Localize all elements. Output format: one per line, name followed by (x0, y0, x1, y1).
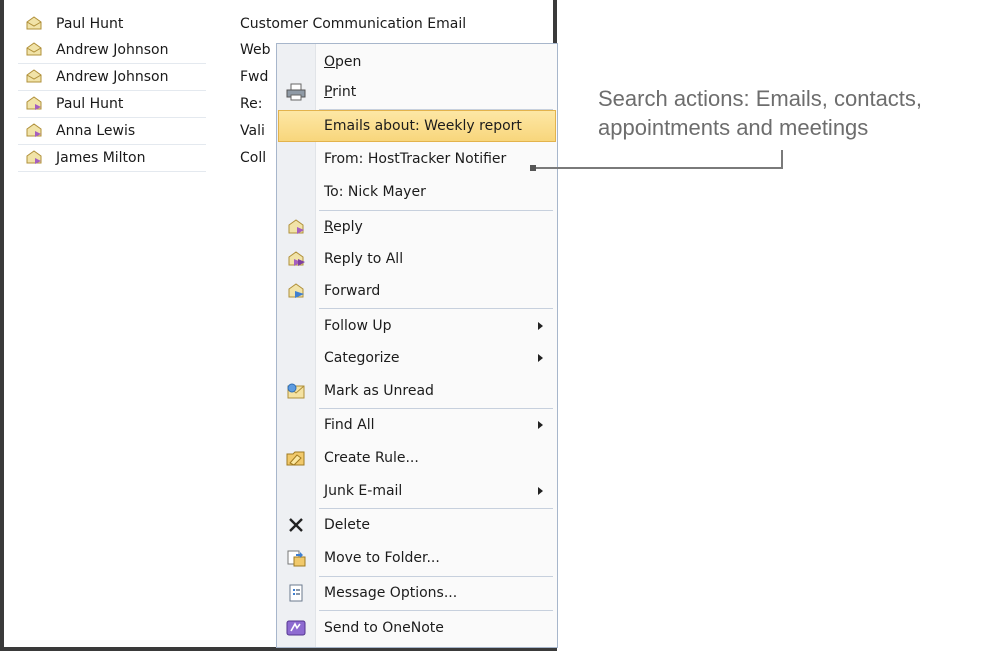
mail-subject: Web (240, 42, 271, 58)
submenu-arrow-icon (538, 354, 543, 362)
move-folder-icon (287, 550, 306, 567)
callout-leader-line (536, 167, 783, 169)
menu-item-find-all[interactable]: Find All (279, 410, 555, 440)
menu-item-label: Mark as Unread (324, 383, 434, 399)
menu-item-label: Reply to All (324, 251, 404, 267)
callout-leader-line (781, 150, 783, 169)
mail-subject: Fwd (240, 69, 269, 85)
mail-subject: Re: (240, 96, 263, 112)
menu-separator (319, 508, 553, 509)
menu-item-move-to-folder[interactable]: Move to Folder... (279, 543, 555, 573)
menu-item-label: Message Options... (324, 585, 458, 601)
menu-item-label: Reply (324, 219, 363, 235)
menu-item-label: Categorize (324, 350, 400, 366)
mail-window: Paul Hunt Customer Communication Email A… (0, 0, 558, 651)
envelope-replied-icon (26, 150, 42, 164)
onenote-icon (286, 620, 306, 636)
row-divider (18, 117, 206, 118)
menu-item-label: Forward (324, 283, 381, 299)
menu-item-label: Move to Folder... (324, 550, 440, 566)
mail-subject: Vali (240, 123, 265, 139)
menu-item-label: Create Rule... (324, 450, 419, 466)
menu-item-label: Print (324, 84, 357, 100)
reply-all-icon (288, 251, 305, 266)
menu-item-send-to-onenote[interactable]: Send to OneNote (279, 613, 555, 643)
menu-item-categorize[interactable]: Categorize (279, 343, 555, 373)
submenu-arrow-icon (538, 487, 543, 495)
mail-sender: Andrew Johnson (56, 69, 169, 85)
context-menu: Open Print Emails about: Weekly report F… (276, 43, 558, 648)
submenu-arrow-icon (538, 421, 543, 429)
menu-item-label: Follow Up (324, 318, 392, 334)
callout-annotation-text: Search actions: Emails, contacts, appoin… (598, 86, 923, 140)
menu-item-forward[interactable]: Forward (279, 276, 555, 306)
menu-item-label: Send to OneNote (324, 620, 444, 636)
menu-separator (319, 109, 553, 110)
menu-item-label: From: HostTracker Notifier (324, 151, 507, 167)
menu-item-label: To: Nick Mayer (324, 184, 426, 200)
menu-item-mark-unread[interactable]: Mark as Unread (279, 376, 555, 406)
menu-item-open[interactable]: Open (279, 47, 555, 77)
message-options-icon (289, 584, 303, 602)
row-divider (18, 63, 206, 64)
menu-separator (319, 210, 553, 211)
menu-item-label: Delete (324, 517, 370, 533)
menu-separator (319, 408, 553, 409)
menu-item-to-recipient[interactable]: To: Nick Mayer (279, 177, 555, 207)
delete-icon (289, 518, 303, 532)
row-divider (18, 90, 206, 91)
menu-separator (319, 576, 553, 577)
mail-sender: James Milton (56, 150, 146, 166)
menu-item-create-rule[interactable]: Create Rule... (279, 443, 555, 473)
envelope-open-icon (26, 16, 42, 30)
menu-separator (319, 308, 553, 309)
mail-subject: Coll (240, 150, 267, 166)
mail-subject: Customer Communication Email (240, 16, 467, 32)
envelope-open-icon (26, 42, 42, 56)
forward-icon (288, 283, 304, 298)
menu-item-label: Emails about: Weekly report (324, 118, 522, 134)
mail-row[interactable]: Paul Hunt Customer Communication Email (18, 12, 528, 38)
reply-icon (288, 219, 304, 234)
mail-sender: Paul Hunt (56, 16, 124, 32)
mail-sender: Andrew Johnson (56, 42, 169, 58)
menu-item-message-options[interactable]: Message Options... (279, 578, 555, 608)
mail-sender: Anna Lewis (56, 123, 136, 139)
menu-item-junk-email[interactable]: Junk E-mail (279, 476, 555, 506)
envelope-replied-icon (26, 96, 42, 110)
create-rule-icon (286, 451, 305, 466)
callout-anchor-dot (530, 165, 536, 171)
menu-item-from-sender[interactable]: From: HostTracker Notifier (279, 144, 555, 174)
menu-item-emails-about[interactable]: Emails about: Weekly report (278, 110, 556, 142)
menu-item-label: Find All (324, 417, 375, 433)
row-divider (18, 171, 206, 172)
menu-item-reply-all[interactable]: Reply to All (279, 244, 555, 274)
menu-item-delete[interactable]: Delete (279, 510, 555, 540)
menu-item-print[interactable]: Print (279, 77, 555, 107)
mail-sender: Paul Hunt (56, 96, 124, 112)
submenu-arrow-icon (538, 322, 543, 330)
menu-item-label: Open (324, 54, 362, 70)
menu-separator (319, 610, 553, 611)
row-divider (18, 144, 206, 145)
menu-item-follow-up[interactable]: Follow Up (279, 311, 555, 341)
envelope-open-icon (26, 69, 42, 83)
menu-item-label: Junk E-mail (324, 483, 403, 499)
mark-unread-icon (287, 383, 305, 399)
printer-icon (286, 83, 306, 101)
envelope-replied-icon (26, 123, 42, 137)
menu-item-reply[interactable]: Reply (279, 212, 555, 242)
